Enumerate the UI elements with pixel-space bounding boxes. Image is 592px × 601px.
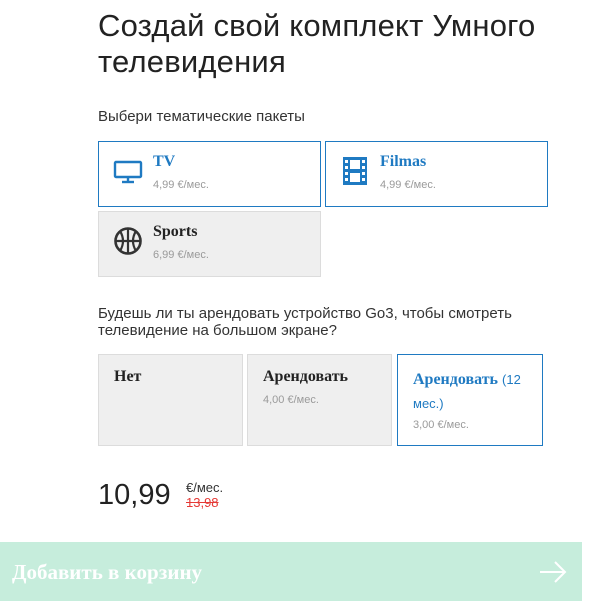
- packages-label: Выбери тематические пакеты: [98, 108, 305, 125]
- package-price-tv: 4,99 €/мес.: [153, 179, 209, 191]
- package-price-filmas: 4,99 €/мес.: [380, 179, 436, 191]
- device-option-rent-12-name: Арендовать: [413, 371, 499, 388]
- old-price: 13,98: [186, 495, 219, 510]
- device-option-no[interactable]: Нет: [98, 354, 243, 446]
- package-card-filmas[interactable]: Filmas 4,99 €/мес.: [325, 141, 548, 207]
- tv-icon: [113, 156, 143, 186]
- basketball-icon: [113, 226, 143, 256]
- total-price: 10,99: [98, 479, 171, 511]
- add-to-cart-label: Добавить в корзину: [12, 560, 203, 584]
- device-option-rent-12-label: Арендовать (12 мес.): [413, 368, 541, 416]
- device-option-no-label: Нет: [114, 368, 142, 385]
- film-icon: [340, 156, 370, 186]
- package-name-sports: Sports: [153, 223, 198, 240]
- total-price-unit: €/мес.: [186, 480, 224, 495]
- package-card-sports[interactable]: Sports 6,99 €/мес.: [98, 211, 321, 277]
- device-question: Будешь ли ты арендовать устройство Go3, …: [98, 305, 512, 339]
- device-option-rent-12[interactable]: Арендовать (12 мес.) 3,00 €/мес.: [397, 354, 543, 446]
- device-option-rent[interactable]: Арендовать 4,00 €/мес.: [247, 354, 392, 446]
- device-option-rent-12-price: 3,00 €/мес.: [413, 419, 469, 431]
- device-option-rent-label: Арендовать: [263, 368, 349, 385]
- page-title: Создай свой комплект Умного телевидения: [98, 8, 536, 79]
- package-card-tv[interactable]: TV 4,99 €/мес.: [98, 141, 321, 207]
- device-option-rent-price: 4,00 €/мес.: [263, 394, 319, 406]
- arrow-right-icon: [538, 557, 568, 587]
- package-name-tv: TV: [153, 153, 176, 170]
- package-price-sports: 6,99 €/мес.: [153, 249, 209, 261]
- add-to-cart-button[interactable]: Добавить в корзину: [0, 542, 582, 601]
- package-name-filmas: Filmas: [380, 153, 427, 170]
